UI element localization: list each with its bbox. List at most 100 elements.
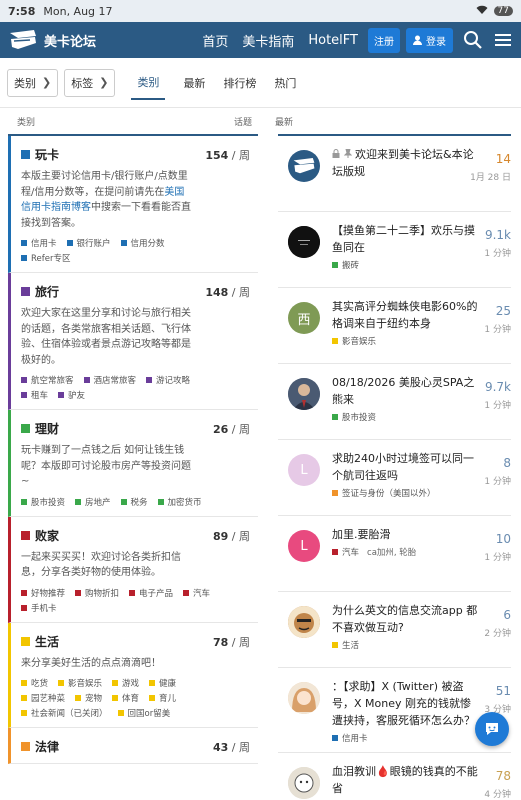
subcategory-link[interactable]: 游戏 — [112, 677, 139, 689]
user-avatar[interactable]: L — [288, 530, 320, 562]
topic-activity-age[interactable]: 1 分钟 — [484, 246, 511, 259]
tag-dropdown[interactable]: 标签 ❯ — [64, 68, 116, 97]
topic-category[interactable]: 汽车 ca加州, 轮胎 — [332, 546, 480, 558]
topic-category[interactable]: 信用卡 — [332, 732, 480, 744]
category-name[interactable]: 败家 — [35, 527, 59, 544]
category-name[interactable]: 生活 — [35, 633, 59, 650]
subcategory-link[interactable]: 信用分数 — [120, 237, 165, 249]
tab-categories[interactable]: 类别 — [131, 66, 166, 100]
subcategory-link[interactable]: 园艺种菜 — [21, 692, 65, 704]
topic-tags[interactable]: ca加州, 轮胎 — [367, 546, 416, 558]
subcategory-link[interactable]: 体育 — [112, 692, 139, 704]
reply-count[interactable]: 14 — [470, 152, 511, 166]
topic-row[interactable]: ：【求助】X (Twitter) 被盗号，X Money 刚充的钱就惨遭挟持，客… — [278, 668, 511, 754]
topic-activity-age[interactable]: 4 分钟 — [484, 787, 511, 800]
category-name[interactable]: 旅行 — [35, 283, 59, 300]
reply-count[interactable]: 10 — [484, 532, 511, 546]
tab-latest[interactable]: 最新 — [183, 67, 205, 99]
login-button[interactable]: 登录 — [406, 27, 453, 53]
subcategory-link[interactable]: Refer专区 — [21, 252, 70, 264]
topic-category[interactable]: 股市投资 — [332, 411, 480, 423]
reply-count[interactable]: 51 — [484, 684, 511, 698]
subcategory-link[interactable]: 加密货币 — [157, 496, 202, 508]
topic-category[interactable]: 影音娱乐 — [332, 335, 480, 347]
tab-leaderboard[interactable]: 排行榜 — [223, 67, 256, 99]
reply-count[interactable]: 78 — [484, 769, 511, 783]
subcategory-link[interactable]: 回国or留美 — [117, 707, 170, 719]
user-avatar[interactable] — [288, 226, 320, 258]
nav-home[interactable]: 首页 — [202, 31, 228, 50]
category-row[interactable]: 玩卡 154 / 周本版主要讨论信用卡/银行账户/点数里程/信用分数等，在提问前请… — [8, 136, 258, 273]
user-avatar[interactable]: L — [288, 454, 320, 486]
reply-count[interactable]: 9.1k — [484, 228, 511, 242]
subcategory-link[interactable]: 影音娱乐 — [58, 677, 102, 689]
chat-button[interactable] — [475, 712, 509, 746]
category-name[interactable]: 玩卡 — [35, 146, 59, 163]
category-row[interactable]: 生活 78 / 周来分享美好生活的点点滴滴吧！ 吃货 影音娱乐 游戏 健康 园艺种菜 宠物 体育… — [8, 622, 258, 728]
subcategory-link[interactable]: 好物推荐 — [21, 587, 65, 599]
reply-count[interactable]: 8 — [484, 456, 511, 470]
topic-row[interactable]: 为什么英文的信息交流app 都不喜欢做互动? 生活 6 2 分钟 — [278, 592, 511, 668]
category-row[interactable]: 败家 89 / 周一起来买买买！欢迎讨论各类折扣信息，分享各类好物的使用体验。 好物… — [8, 516, 258, 623]
nav-guide[interactable]: 美卡指南 — [242, 31, 294, 50]
topic-row[interactable]: 血泪教训🩸眼镜的钱真的不能省健康 78 4 分钟 — [278, 753, 511, 800]
topic-row[interactable]: 【摸鱼第二十二季】欢乐与摸鱼同在搬砖 9.1k 1 分钟 — [278, 212, 511, 288]
subcategory-link[interactable]: 吃货 — [21, 677, 48, 689]
topic-title[interactable]: 血泪教训🩸眼镜的钱真的不能省 — [332, 763, 480, 797]
topic-title[interactable]: 加里.要胎滑 — [332, 526, 480, 543]
topic-title[interactable]: 08/18/2026 美股心灵SPA之熊来 — [332, 374, 480, 408]
subcategory-link[interactable]: 航空常旅客 — [21, 374, 74, 386]
nav-hotelft[interactable]: HotelFT — [308, 33, 358, 48]
subcategory-link[interactable]: 育儿 — [149, 692, 176, 704]
register-button[interactable]: 注册 — [368, 27, 400, 53]
user-avatar[interactable]: 西 — [288, 302, 320, 334]
subcategory-link[interactable]: 社会新闻（已关闭） — [21, 707, 108, 719]
category-row[interactable]: 理财 26 / 周玩卡赚到了一点钱之后 如何让钱生钱呢？本版即可讨论股市房产等投资… — [8, 410, 258, 517]
topic-row[interactable]: L 求助240小时过境签可以同一个航司往返吗 签证与身份（美国以外） 8 1 分钟 — [278, 440, 511, 516]
category-row[interactable]: 法律 43 / 周 — [8, 728, 258, 764]
topic-title[interactable]: 为什么英文的信息交流app 都不喜欢做互动? — [332, 602, 480, 636]
reply-count[interactable]: 6 — [484, 608, 511, 622]
topic-category[interactable]: 签证与身份（美国以外） — [332, 487, 480, 499]
topic-activity-age[interactable]: 2 分钟 — [484, 626, 511, 639]
user-avatar[interactable] — [288, 767, 320, 800]
subcategory-link[interactable]: 租车 — [21, 389, 48, 401]
subcategory-link[interactable]: 汽车 — [183, 587, 210, 599]
reply-count[interactable]: 25 — [484, 304, 511, 318]
search-icon[interactable] — [463, 30, 483, 50]
topic-title[interactable]: 欢迎来到美卡论坛&本论坛版规 — [332, 146, 480, 180]
tab-hot[interactable]: 热门 — [274, 67, 296, 99]
category-dropdown[interactable]: 类别 ❯ — [7, 68, 59, 97]
user-avatar[interactable] — [288, 682, 320, 714]
subcategory-link[interactable]: 购物折扣 — [75, 587, 119, 599]
topic-category[interactable]: 生活 — [332, 639, 480, 651]
category-name[interactable]: 法律 — [35, 738, 59, 755]
topic-title[interactable]: ：【求助】X (Twitter) 被盗号，X Money 刚充的钱就惨遭挟持，客… — [332, 678, 480, 729]
topic-activity-age[interactable]: 1 分钟 — [484, 398, 511, 411]
subcategory-link[interactable]: 电子产品 — [129, 587, 173, 599]
topic-activity-age[interactable]: 1 分钟 — [484, 474, 511, 487]
subcategory-link[interactable]: 信用卡 — [21, 237, 57, 249]
subcategory-link[interactable]: 健康 — [149, 677, 176, 689]
subcategory-link[interactable]: 银行账户 — [66, 237, 111, 249]
topic-row[interactable]: 欢迎来到美卡论坛&本论坛版规 14 1月 28 日 — [278, 136, 511, 212]
topic-row[interactable]: L 加里.要胎滑汽车 ca加州, 轮胎 10 1 分钟 — [278, 516, 511, 592]
subcategory-link[interactable]: 房地产 — [75, 496, 111, 508]
topic-activity-age[interactable]: 1 分钟 — [484, 550, 511, 563]
reply-count[interactable]: 9.7k — [484, 380, 511, 394]
subcategory-link[interactable]: 酒店常旅客 — [83, 374, 136, 386]
topic-category[interactable]: 搬砖 — [332, 259, 480, 271]
subcategory-link[interactable]: 游记攻略 — [146, 374, 190, 386]
topic-activity-age[interactable]: 1月 28 日 — [470, 170, 511, 183]
category-name[interactable]: 理财 — [35, 420, 59, 437]
subcategory-link[interactable]: 税务 — [120, 496, 148, 508]
site-logo[interactable]: 美卡论坛 — [8, 29, 96, 51]
user-avatar[interactable] — [288, 606, 320, 638]
topic-activity-age[interactable]: 1 分钟 — [484, 322, 511, 335]
topic-title[interactable]: 【摸鱼第二十二季】欢乐与摸鱼同在 — [332, 222, 480, 256]
topic-row[interactable]: 西 其实高评分蜘蛛侠电影60%的格调来自于纽约本身影音娱乐 25 1 分钟 — [278, 288, 511, 364]
menu-icon[interactable] — [493, 30, 513, 50]
subcategory-link[interactable]: 手机卡 — [21, 602, 57, 614]
topic-row[interactable]: 08/18/2026 美股心灵SPA之熊来股市投资 9.7k 1 分钟 — [278, 364, 511, 440]
topic-title[interactable]: 其实高评分蜘蛛侠电影60%的格调来自于纽约本身 — [332, 298, 480, 332]
